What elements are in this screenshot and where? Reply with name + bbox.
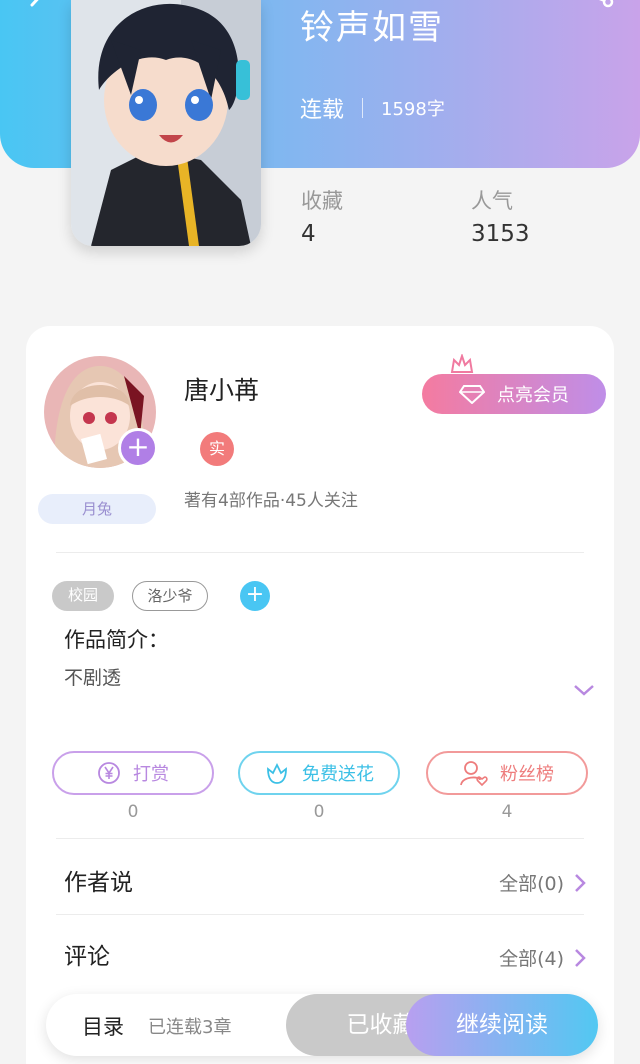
vip-button-label: 点亮会员 bbox=[497, 385, 569, 406]
diamond-icon bbox=[459, 385, 485, 404]
comments-all-label: 全部(4) bbox=[499, 948, 564, 970]
fan-count: 4 bbox=[501, 802, 513, 822]
continue-reading-button[interactable]: 继续阅读 bbox=[406, 994, 598, 1056]
verified-badge: 实 bbox=[200, 432, 234, 466]
back-arrow-icon[interactable] bbox=[24, 0, 54, 20]
chapter-count: 已连载3章 bbox=[148, 1017, 232, 1038]
popularity-value: 3153 bbox=[471, 221, 530, 247]
status-divider bbox=[362, 98, 364, 118]
reward-count: 0 bbox=[127, 802, 139, 822]
book-cover[interactable] bbox=[71, 0, 261, 246]
section-divider bbox=[56, 552, 584, 553]
word-count: 1598字 bbox=[381, 99, 445, 120]
flower-count: 0 bbox=[313, 802, 325, 822]
chevron-right-icon bbox=[575, 948, 586, 967]
favorites-label: 收藏 bbox=[301, 189, 343, 213]
flower-icon bbox=[267, 762, 287, 784]
section-divider bbox=[56, 914, 584, 915]
chevron-right-icon bbox=[575, 873, 586, 892]
serial-status: 连载 bbox=[300, 98, 345, 123]
author-says-all-link[interactable]: 全部(0) bbox=[499, 869, 586, 896]
popularity-stat: 人气 3153 bbox=[471, 185, 530, 247]
fan-rank-label: 粉丝榜 bbox=[500, 764, 554, 785]
chevron-down-icon[interactable] bbox=[572, 682, 596, 698]
comments-all-link[interactable]: 全部(4) bbox=[499, 944, 586, 971]
crown-icon bbox=[450, 354, 474, 373]
fan-rank-button[interactable]: 粉丝榜 bbox=[426, 751, 588, 795]
reward-button[interactable]: 打赏 bbox=[52, 751, 214, 795]
intro-text: 不剧透 bbox=[64, 667, 122, 689]
book-detail-card: + 月兔 唐小苒 实 著有4部作品·45人关注 点亮会员 校园 洛少爷 + 作品… bbox=[26, 326, 614, 1064]
follow-author-button[interactable]: + bbox=[118, 428, 158, 468]
author-says-all-label: 全部(0) bbox=[499, 873, 564, 895]
fan-rank-icon bbox=[460, 761, 488, 786]
vip-button[interactable]: 点亮会员 bbox=[422, 374, 606, 414]
bottom-action-bar: 目录 已连载3章 已收藏 继续阅读 bbox=[46, 994, 598, 1056]
author-info: 著有4部作品·45人关注 bbox=[184, 491, 358, 511]
table-of-contents-button[interactable]: 目录 bbox=[82, 1011, 124, 1041]
author-name[interactable]: 唐小苒 bbox=[184, 371, 259, 407]
popularity-label: 人气 bbox=[471, 189, 513, 213]
favorites-stat: 收藏 4 bbox=[301, 185, 343, 247]
book-title: 铃声如雪 bbox=[300, 8, 444, 48]
intro-title: 作品简介： bbox=[64, 628, 169, 652]
tag-campus[interactable]: 校园 bbox=[52, 581, 114, 611]
free-flower-label: 免费送花 bbox=[302, 764, 374, 785]
book-status-row: 连载 1598字 bbox=[300, 92, 445, 124]
add-tag-button[interactable]: + bbox=[240, 581, 270, 611]
free-flower-button[interactable]: 免费送花 bbox=[238, 751, 400, 795]
yen-icon bbox=[98, 762, 120, 784]
section-divider bbox=[56, 838, 584, 839]
author-badge: 月兔 bbox=[38, 494, 156, 524]
share-icon[interactable] bbox=[582, 0, 618, 20]
cover-illustration bbox=[71, 0, 261, 246]
favorites-value: 4 bbox=[301, 221, 316, 247]
comments-title: 评论 bbox=[64, 944, 110, 970]
reward-label: 打赏 bbox=[133, 764, 169, 785]
author-says-title: 作者说 bbox=[64, 870, 133, 896]
tag-luo[interactable]: 洛少爷 bbox=[132, 581, 208, 611]
